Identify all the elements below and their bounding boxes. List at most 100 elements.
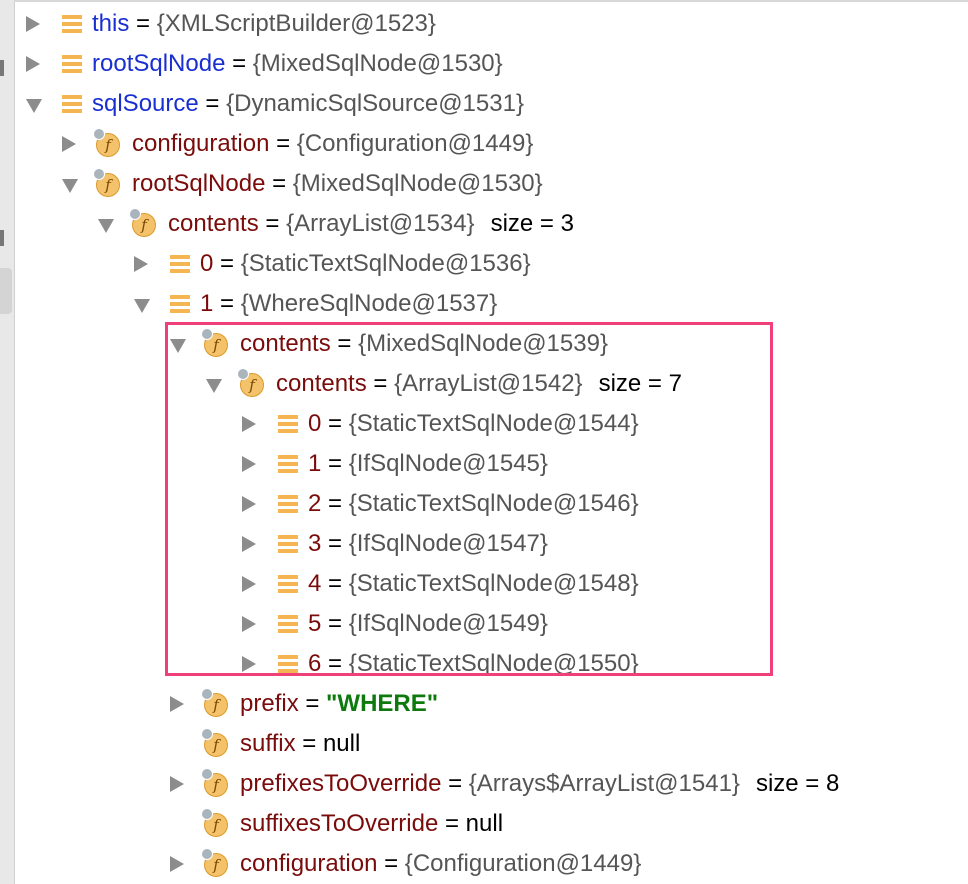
- lock-icon: [93, 128, 105, 140]
- node-value: {ArrayList@1534}: [286, 210, 475, 237]
- equals-sign: =: [321, 490, 349, 517]
- list-element-icon: [62, 15, 82, 33]
- tree-row[interactable]: f configuration = {Configuration@1449}: [0, 124, 968, 164]
- collapsed-arrow-icon[interactable]: [242, 496, 256, 512]
- tree-row[interactable]: f rootSqlNode = {MixedSqlNode@1530}: [0, 164, 968, 204]
- tree-row[interactable]: f suffix = null: [0, 724, 968, 764]
- field-icon: f: [129, 208, 158, 237]
- list-element-icon: [278, 535, 298, 553]
- lock-icon: [201, 728, 213, 740]
- tree-row[interactable]: 0 = {StaticTextSqlNode@1536}: [0, 244, 968, 284]
- node-value: {XMLScriptBuilder@1523}: [156, 10, 436, 37]
- collapsed-arrow-icon[interactable]: [242, 656, 256, 672]
- node-value: {IfSqlNode@1545}: [348, 450, 548, 477]
- expanded-arrow-icon[interactable]: [170, 339, 186, 353]
- field-icon: f: [201, 328, 230, 357]
- node-name: 0: [308, 410, 322, 437]
- node-label: contents = {ArrayList@1534} size = 3: [168, 204, 574, 244]
- tree-row[interactable]: f contents = {MixedSqlNode@1539}: [0, 324, 968, 364]
- node-name: 5: [308, 610, 322, 637]
- node-name: 1: [200, 290, 214, 317]
- tree-row[interactable]: 4 = {StaticTextSqlNode@1548}: [0, 564, 968, 604]
- list-element-icon: [170, 255, 190, 273]
- lock-icon: [93, 168, 105, 180]
- equals-sign: =: [321, 570, 349, 597]
- node-name: 1: [308, 450, 322, 477]
- node-name: prefixesToOverride: [240, 770, 442, 797]
- collapsed-arrow-icon[interactable]: [62, 136, 76, 152]
- equals-sign: =: [213, 290, 241, 317]
- tree-row[interactable]: rootSqlNode = {MixedSqlNode@1530}: [0, 44, 968, 84]
- collapsed-arrow-icon[interactable]: [134, 256, 148, 272]
- collapsed-arrow-icon[interactable]: [242, 576, 256, 592]
- collapsed-arrow-icon[interactable]: [26, 16, 40, 32]
- equals-sign: =: [321, 530, 349, 557]
- list-element-icon: [278, 455, 298, 473]
- node-value: {Configuration@1449}: [296, 130, 534, 157]
- tree-row[interactable]: 5 = {IfSqlNode@1549}: [0, 604, 968, 644]
- node-name: rootSqlNode: [132, 170, 266, 197]
- node-label: 1 = {WhereSqlNode@1537}: [200, 284, 497, 324]
- node-value: {ArrayList@1542}: [394, 370, 583, 397]
- collapsed-arrow-icon[interactable]: [170, 696, 184, 712]
- lock-icon: [237, 368, 249, 380]
- list-element-icon: [278, 415, 298, 433]
- node-value: {StaticTextSqlNode@1544}: [348, 410, 639, 437]
- node-name: 4: [308, 570, 322, 597]
- field-icon: f: [201, 808, 230, 837]
- node-label: 5 = {IfSqlNode@1549}: [308, 604, 548, 644]
- expanded-arrow-icon[interactable]: [62, 179, 78, 193]
- expanded-arrow-icon[interactable]: [206, 379, 222, 393]
- tree-row[interactable]: f prefix = "WHERE": [0, 684, 968, 724]
- tree-row[interactable]: f prefixesToOverride = {Arrays$ArrayList@…: [0, 764, 968, 804]
- tree-row[interactable]: 6 = {StaticTextSqlNode@1550}: [0, 644, 968, 684]
- node-name: this: [92, 10, 130, 37]
- expanded-arrow-icon[interactable]: [98, 219, 114, 233]
- list-element-icon: [170, 295, 190, 313]
- collapsed-arrow-icon[interactable]: [170, 856, 184, 872]
- collapsed-arrow-icon[interactable]: [26, 56, 40, 72]
- equals-sign: =: [295, 730, 323, 757]
- node-value: {IfSqlNode@1547}: [348, 530, 548, 557]
- node-label: rootSqlNode = {MixedSqlNode@1530}: [92, 44, 503, 84]
- equals-sign: =: [265, 170, 293, 197]
- tree-row[interactable]: 2 = {StaticTextSqlNode@1546}: [0, 484, 968, 524]
- node-value: {StaticTextSqlNode@1550}: [348, 650, 639, 677]
- tree-row[interactable]: f contents = {ArrayList@1542} size = 7: [0, 364, 968, 404]
- equals-sign: =: [321, 450, 349, 477]
- tree-row[interactable]: f contents = {ArrayList@1534} size = 3: [0, 204, 968, 244]
- tree-row[interactable]: 0 = {StaticTextSqlNode@1544}: [0, 404, 968, 444]
- equals-sign: =: [213, 250, 241, 277]
- node-value: null: [322, 730, 361, 757]
- lock-icon: [129, 208, 141, 220]
- node-label: this = {XMLScriptBuilder@1523}: [92, 4, 436, 44]
- collapsed-arrow-icon[interactable]: [242, 536, 256, 552]
- node-name: rootSqlNode: [92, 50, 226, 77]
- equals-sign: =: [441, 770, 469, 797]
- node-label: suffix = null: [240, 724, 360, 764]
- tree-row[interactable]: sqlSource = {DynamicSqlSource@1531}: [0, 84, 968, 124]
- tree-row[interactable]: 1 = {IfSqlNode@1545}: [0, 444, 968, 484]
- expanded-arrow-icon[interactable]: [134, 299, 150, 313]
- tree-row[interactable]: f suffixesToOverride = null: [0, 804, 968, 844]
- tree-row[interactable]: 1 = {WhereSqlNode@1537}: [0, 284, 968, 324]
- collapsed-arrow-icon[interactable]: [242, 616, 256, 632]
- node-label: 3 = {IfSqlNode@1547}: [308, 524, 548, 564]
- field-icon: f: [201, 768, 230, 797]
- node-value: {Arrays$ArrayList@1541}: [468, 770, 740, 797]
- field-icon: f: [237, 368, 266, 397]
- node-name: contents: [240, 330, 331, 357]
- tree-row[interactable]: this = {XMLScriptBuilder@1523}: [0, 4, 968, 44]
- collapsed-arrow-icon[interactable]: [242, 456, 256, 472]
- list-element-icon: [278, 655, 298, 673]
- node-value: "WHERE": [326, 690, 439, 717]
- node-label: suffixesToOverride = null: [240, 804, 503, 844]
- expanded-arrow-icon[interactable]: [26, 99, 42, 113]
- collapsed-arrow-icon[interactable]: [170, 776, 184, 792]
- field-icon: f: [201, 688, 230, 717]
- node-name: configuration: [132, 130, 270, 157]
- tree-row[interactable]: 3 = {IfSqlNode@1547}: [0, 524, 968, 564]
- collapsed-arrow-icon[interactable]: [242, 416, 256, 432]
- tree-row[interactable]: f configuration = {Configuration@1449}: [0, 844, 968, 884]
- lock-icon: [201, 848, 213, 860]
